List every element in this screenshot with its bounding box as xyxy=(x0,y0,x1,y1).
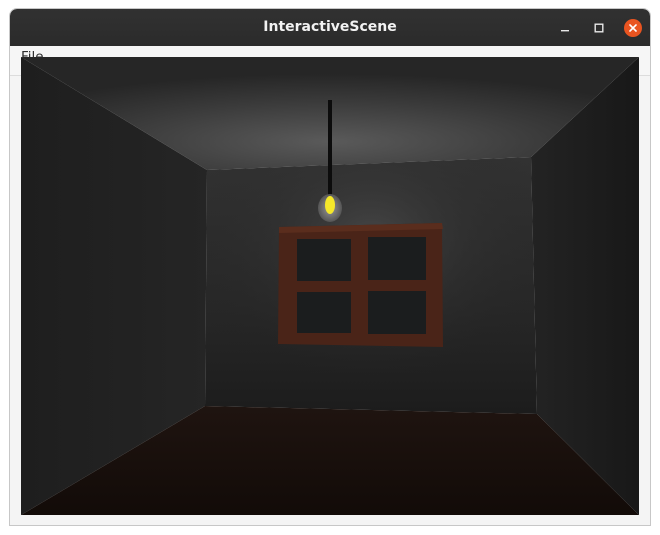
window-pane xyxy=(297,292,351,333)
minimize-icon xyxy=(561,30,569,32)
close-button[interactable] xyxy=(623,18,643,38)
maximize-icon xyxy=(594,23,604,33)
3d-scene-viewport[interactable] xyxy=(21,57,639,515)
lamp-bulb xyxy=(325,196,335,214)
window-pane xyxy=(368,291,426,334)
window-pane xyxy=(368,237,426,280)
window-title: InteractiveScene xyxy=(263,19,397,35)
close-button-circle xyxy=(624,19,642,37)
title-bar[interactable]: InteractiveScene xyxy=(10,9,650,46)
window-object xyxy=(278,223,443,347)
window-pane xyxy=(297,239,351,281)
app-window: InteractiveScene File xyxy=(9,8,651,526)
maximize-button[interactable] xyxy=(589,18,609,38)
minimize-button[interactable] xyxy=(555,18,575,38)
close-icon xyxy=(629,24,637,32)
